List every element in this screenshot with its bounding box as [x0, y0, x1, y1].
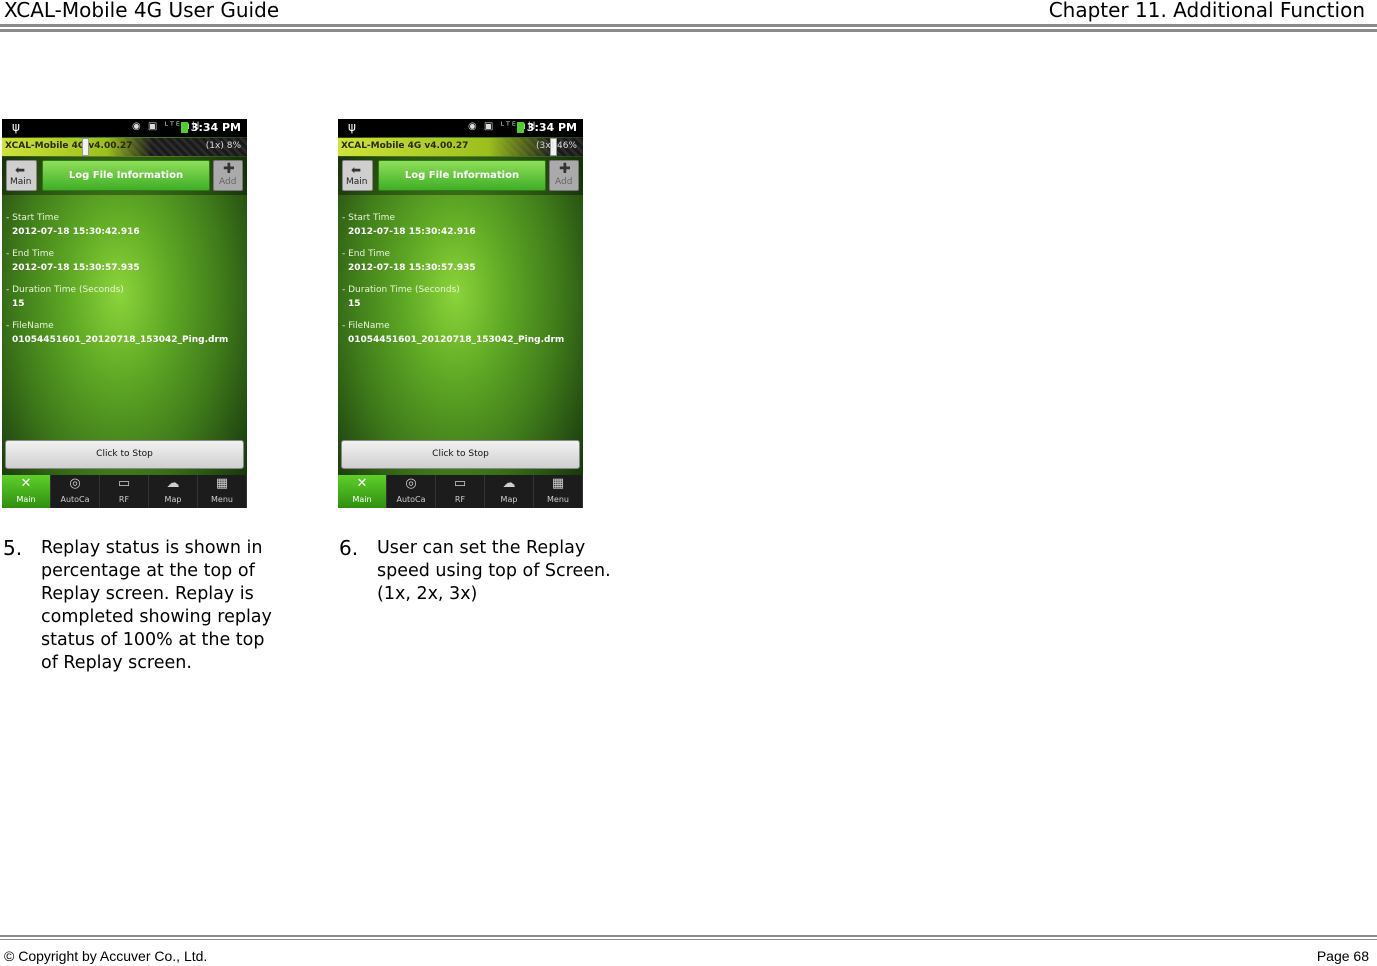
start-time-value: 2012-07-18 15:30:42.916 — [348, 227, 476, 237]
header-rule — [0, 24, 1377, 27]
log-info: - Start Time 2012-07-18 15:30:42.916 - E… — [342, 213, 578, 357]
menu-icon: ▦ — [551, 476, 565, 491]
step-number-5: 5. — [3, 536, 23, 560]
usb-icon: ψ — [348, 120, 356, 134]
main-button[interactable]: ⬅ Main — [342, 160, 373, 191]
nav-menu-label: Menu — [211, 495, 233, 504]
duration-label: - Duration Time (Seconds) — [342, 285, 460, 295]
duration-value: 15 — [348, 299, 361, 309]
click-to-stop-button[interactable]: Click to Stop — [341, 440, 580, 469]
footer-rule — [0, 935, 1377, 937]
replay-speed-status[interactable]: (1x) 8% — [206, 141, 241, 151]
battery-icon — [517, 122, 524, 133]
step-text-6: User can set the Replay speed using top … — [377, 538, 611, 604]
filename-label: - FileName — [6, 321, 54, 331]
log-file-information-button[interactable]: Log File Information — [378, 160, 546, 191]
duration-label: - Duration Time (Seconds) — [6, 285, 124, 295]
nav-main-label: Main — [352, 495, 372, 504]
replay-speed-status[interactable]: (3x) 46% — [536, 141, 577, 151]
footer-copyright: © Copyright by Accuver Co., Ltd. — [4, 948, 208, 964]
autocall-icon: ◎ — [69, 476, 81, 491]
map-icon: ☁ — [166, 476, 180, 491]
x-logo-icon: ✕ — [20, 476, 32, 491]
nav-main[interactable]: ✕ Main — [338, 475, 387, 508]
map-icon: ☁ — [502, 476, 516, 491]
status-bar: ψ ◉ ▣ ᴸᵀᴱ ıll 3:34 PM — [338, 119, 583, 137]
add-button-label: Add — [555, 177, 573, 187]
duration-value: 15 — [12, 299, 25, 309]
toolbar: ⬅ Main Log File Information ✚ Add — [2, 157, 247, 195]
replay-slider-knob[interactable] — [82, 138, 89, 156]
back-arrow-icon: ⬅ — [351, 163, 362, 177]
step-number-6: 6. — [339, 536, 359, 560]
menu-icon: ▦ — [215, 476, 229, 491]
start-time-label: - Start Time — [6, 213, 59, 223]
filename-label: - FileName — [342, 321, 390, 331]
main-button-label: Main — [346, 177, 368, 187]
x-logo-icon: ✕ — [356, 476, 368, 491]
footer-page-number: Page 68 — [1316, 948, 1369, 964]
nav-menu[interactable]: ▦ Menu — [198, 475, 247, 508]
step-text-5: Replay status is shown in percentage at … — [41, 538, 272, 673]
start-time-value: 2012-07-18 15:30:42.916 — [12, 227, 140, 237]
nav-map[interactable]: ☁ Map — [485, 475, 534, 508]
filename-value: 01054451601_20120718_153042_Ping.drm — [12, 335, 229, 345]
add-button[interactable]: ✚ Add — [549, 160, 579, 191]
nav-rf[interactable]: ▭ RF — [436, 475, 485, 508]
plus-icon: ✚ — [559, 161, 571, 177]
nav-rf[interactable]: ▭ RF — [100, 475, 149, 508]
nav-autocall[interactable]: ◎ AutoCa — [387, 475, 436, 508]
add-button-label: Add — [219, 177, 237, 187]
nav-autocall[interactable]: ◎ AutoCa — [51, 475, 100, 508]
log-info: - Start Time 2012-07-18 15:30:42.916 - E… — [6, 213, 242, 357]
nav-main[interactable]: ✕ Main — [2, 475, 51, 508]
bottom-nav: ✕ Main ◎ AutoCa ▭ RF ☁ Map ▦ Menu — [338, 475, 583, 508]
battery-icon — [181, 122, 188, 133]
nav-menu[interactable]: ▦ Menu — [534, 475, 583, 508]
app-title: XCAL-Mobile 4G v4.00.27 — [5, 141, 133, 151]
header-right: Chapter 11. Additional Function — [1048, 0, 1365, 22]
nav-rf-label: RF — [454, 495, 466, 504]
nav-map[interactable]: ☁ Map — [149, 475, 198, 508]
main-button-label: Main — [10, 177, 32, 187]
add-button[interactable]: ✚ Add — [213, 160, 243, 191]
bottom-nav: ✕ Main ◎ AutoCa ▭ RF ☁ Map ▦ Menu — [2, 475, 247, 508]
end-time-label: - End Time — [6, 249, 55, 259]
nav-main-label: Main — [16, 495, 36, 504]
nav-map-label: Map — [164, 495, 182, 504]
app-title-bar: XCAL-Mobile 4G v4.00.27 (3x) 46% — [338, 138, 583, 156]
nav-rf-label: RF — [118, 495, 130, 504]
back-arrow-icon: ⬅ — [15, 163, 26, 177]
nav-autocall-label: AutoCa — [396, 495, 426, 504]
app-title-bar: XCAL-Mobile 4G v4.00.27 (1x) 8% — [2, 138, 247, 156]
log-file-information-button[interactable]: Log File Information — [42, 160, 210, 191]
app-title: XCAL-Mobile 4G v4.00.27 — [341, 141, 469, 151]
footer-rule-2 — [0, 939, 1377, 940]
phone-screenshot-1: ψ ◉ ▣ ᴸᵀᴱ ıll 3:34 PM XCAL-Mobile 4G v4.… — [2, 119, 247, 508]
rf-graph-icon: ▭ — [117, 476, 131, 491]
main-button[interactable]: ⬅ Main — [6, 160, 37, 191]
status-time: 3:34 PM — [526, 121, 577, 134]
end-time-label: - End Time — [342, 249, 391, 259]
usb-icon: ψ — [12, 120, 20, 134]
filename-value: 01054451601_20120718_153042_Ping.drm — [348, 335, 565, 345]
status-bar: ψ ◉ ▣ ᴸᵀᴱ ıll 3:34 PM — [2, 119, 247, 137]
end-time-value: 2012-07-18 15:30:57.935 — [348, 263, 476, 273]
header-left: XCAL-Mobile 4G User Guide — [4, 0, 280, 22]
nav-autocall-label: AutoCa — [60, 495, 90, 504]
autocall-icon: ◎ — [405, 476, 417, 491]
rf-graph-icon: ▭ — [453, 476, 467, 491]
start-time-label: - Start Time — [342, 213, 395, 223]
status-time: 3:34 PM — [190, 121, 241, 134]
plus-icon: ✚ — [223, 161, 235, 177]
nav-menu-label: Menu — [547, 495, 569, 504]
toolbar: ⬅ Main Log File Information ✚ Add — [338, 157, 583, 195]
click-to-stop-button[interactable]: Click to Stop — [5, 440, 244, 469]
phone-screenshot-2: ψ ◉ ▣ ᴸᵀᴱ ıll 3:34 PM XCAL-Mobile 4G v4.… — [338, 119, 583, 508]
nav-map-label: Map — [500, 495, 518, 504]
header-rule-2 — [0, 29, 1377, 32]
end-time-value: 2012-07-18 15:30:57.935 — [12, 263, 140, 273]
